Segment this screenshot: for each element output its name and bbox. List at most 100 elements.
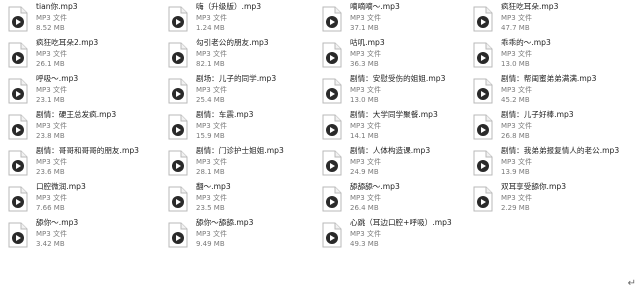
mp3-file-icon	[322, 42, 342, 68]
file-size: 49.3 MB	[350, 240, 379, 248]
mp3-file-icon	[168, 114, 188, 140]
mp3-file-icon	[168, 42, 188, 68]
file-name: 疯狂吃耳朵.mp3	[501, 2, 559, 11]
file-type: MP3 文件	[350, 122, 381, 130]
mp3-file-icon	[8, 186, 28, 212]
file-type: MP3 文件	[196, 194, 227, 202]
file-size: 23.5 MB	[196, 204, 225, 212]
file-size: 24.9 MB	[350, 168, 379, 176]
file-size: 26.8 MB	[501, 132, 530, 140]
file-name: 剧情：人体构造课.mp3	[350, 146, 431, 155]
mp3-file-icon	[8, 114, 28, 140]
file-size: 13.0 MB	[350, 96, 379, 104]
file-size: 82.1 MB	[196, 60, 225, 68]
file-size: 23.6 MB	[36, 168, 65, 176]
file-item[interactable]: 剧场：儿子的同学.mp3 MP3 文件 25.4 MB	[160, 72, 318, 108]
file-item[interactable]: 剧情：硬王总发疯.mp3 MP3 文件 23.8 MB	[0, 108, 158, 144]
file-item[interactable]: 嘀嘀嘀～.mp3 MP3 文件 37.1 MB	[314, 0, 472, 36]
file-item[interactable]: 剧情：安慰受伤的姐姐.mp3 MP3 文件 13.0 MB	[314, 72, 472, 108]
file-name: 剧情：大学同学聚餐.mp3	[350, 110, 438, 119]
file-name: 心跳（耳边口腔+呼吸）.mp3	[350, 218, 452, 227]
file-item[interactable]: 嗨（升级版）.mp3 MP3 文件 1.24 MB	[160, 0, 318, 36]
file-type: MP3 文件	[196, 86, 227, 94]
file-grid: tian你.mp3 MP3 文件 8.52 MB 疯狂吃耳朵2.mp3 MP3 文件 26…	[0, 0, 640, 293]
file-type: MP3 文件	[36, 50, 67, 58]
mp3-file-icon	[322, 78, 342, 104]
file-type: MP3 文件	[36, 122, 67, 130]
file-type: MP3 文件	[36, 230, 67, 238]
file-item[interactable]: 双耳享受舔你.mp3 MP3 文件 2.29 MB	[465, 180, 623, 216]
file-size: 26.1 MB	[36, 60, 65, 68]
mp3-file-icon	[168, 150, 188, 176]
file-item[interactable]: 剧情：我弟弟报复情人的老公.mp3 MP3 文件 13.9 MB	[465, 144, 623, 180]
file-name: 嗨（升级版）.mp3	[196, 2, 262, 11]
file-item[interactable]: tian你.mp3 MP3 文件 8.52 MB	[0, 0, 158, 36]
mp3-file-icon	[8, 150, 28, 176]
file-type: MP3 文件	[196, 230, 227, 238]
file-type: MP3 文件	[36, 14, 67, 22]
mp3-file-icon	[322, 6, 342, 32]
mp3-file-icon	[8, 42, 28, 68]
file-item[interactable]: 剧情：车震.mp3 MP3 文件 15.9 MB	[160, 108, 318, 144]
file-name: 咕叽.mp3	[350, 38, 385, 47]
file-size: 45.2 MB	[501, 96, 530, 104]
mp3-file-icon	[322, 114, 342, 140]
file-item[interactable]: 舔你～.mp3 MP3 文件 3.42 MB	[0, 216, 158, 252]
mp3-file-icon	[322, 222, 342, 248]
file-item[interactable]: 疯狂吃耳朵.mp3 MP3 文件 47.7 MB	[465, 0, 623, 36]
file-type: MP3 文件	[350, 194, 381, 202]
mp3-file-icon	[473, 150, 493, 176]
file-item[interactable]: 剧情：门诊护士姐姐.mp3 MP3 文件 28.1 MB	[160, 144, 318, 180]
file-name: 口腔微润.mp3	[36, 182, 86, 191]
file-type: MP3 文件	[36, 158, 67, 166]
file-size: 28.1 MB	[196, 168, 225, 176]
file-name: 勾引老公的朋友.mp3	[196, 38, 269, 47]
mp3-file-icon	[473, 6, 493, 32]
mp3-file-icon	[473, 186, 493, 212]
file-item[interactable]: 心跳（耳边口腔+呼吸）.mp3 MP3 文件 49.3 MB	[314, 216, 472, 252]
file-item[interactable]: 剧情：人体构造课.mp3 MP3 文件 24.9 MB	[314, 144, 472, 180]
file-type: MP3 文件	[350, 50, 381, 58]
file-item[interactable]: 剧情：帮闺蜜弟弟满满.mp3 MP3 文件 45.2 MB	[465, 72, 623, 108]
file-size: 9.49 MB	[196, 240, 225, 248]
file-item[interactable]: 剧情：儿子好棒.mp3 MP3 文件 26.8 MB	[465, 108, 623, 144]
mp3-file-icon	[168, 6, 188, 32]
file-type: MP3 文件	[501, 14, 532, 22]
file-name: 剧情：车震.mp3	[196, 110, 254, 119]
file-item[interactable]: 剧情：哥哥和哥哥的朋友.mp3 MP3 文件 23.6 MB	[0, 144, 158, 180]
file-size: 8.52 MB	[36, 24, 65, 32]
file-item[interactable]: 舔舔舔～.mp3 MP3 文件 26.4 MB	[314, 180, 472, 216]
file-name: 剧情：哥哥和哥哥的朋友.mp3	[36, 146, 139, 155]
mp3-file-icon	[8, 222, 28, 248]
file-item[interactable]: 乖乖的～.mp3 MP3 文件 13.0 MB	[465, 36, 623, 72]
file-size: 2.29 MB	[501, 204, 530, 212]
file-item[interactable]: 咕叽.mp3 MP3 文件 36.3 MB	[314, 36, 472, 72]
mp3-file-icon	[473, 114, 493, 140]
mp3-file-icon	[322, 150, 342, 176]
file-item[interactable]: 翻～.mp3 MP3 文件 23.5 MB	[160, 180, 318, 216]
mp3-file-icon	[8, 78, 28, 104]
file-size: 37.1 MB	[350, 24, 379, 32]
file-size: 7.66 MB	[36, 204, 65, 212]
file-name: 舔你～舔舔.mp3	[196, 218, 254, 227]
file-type: MP3 文件	[36, 86, 67, 94]
file-size: 13.0 MB	[501, 60, 530, 68]
file-item[interactable]: 疯狂吃耳朵2.mp3 MP3 文件 26.1 MB	[0, 36, 158, 72]
file-item[interactable]: 剧情：大学同学聚餐.mp3 MP3 文件 14.1 MB	[314, 108, 472, 144]
mp3-file-icon	[473, 78, 493, 104]
file-item[interactable]: 呼吸～.mp3 MP3 文件 23.1 MB	[0, 72, 158, 108]
mp3-file-icon	[322, 186, 342, 212]
file-type: MP3 文件	[501, 158, 532, 166]
file-item[interactable]: 口腔微润.mp3 MP3 文件 7.66 MB	[0, 180, 158, 216]
file-size: 13.9 MB	[501, 168, 530, 176]
mp3-file-icon	[473, 42, 493, 68]
mp3-file-icon	[168, 222, 188, 248]
file-name: 剧场：儿子的同学.mp3	[196, 74, 277, 83]
file-size: 3.42 MB	[36, 240, 65, 248]
file-size: 26.4 MB	[350, 204, 379, 212]
file-size: 23.1 MB	[36, 96, 65, 104]
file-size: 15.9 MB	[196, 132, 225, 140]
file-item[interactable]: 勾引老公的朋友.mp3 MP3 文件 82.1 MB	[160, 36, 318, 72]
file-item[interactable]: 舔你～舔舔.mp3 MP3 文件 9.49 MB	[160, 216, 318, 252]
file-type: MP3 文件	[350, 158, 381, 166]
